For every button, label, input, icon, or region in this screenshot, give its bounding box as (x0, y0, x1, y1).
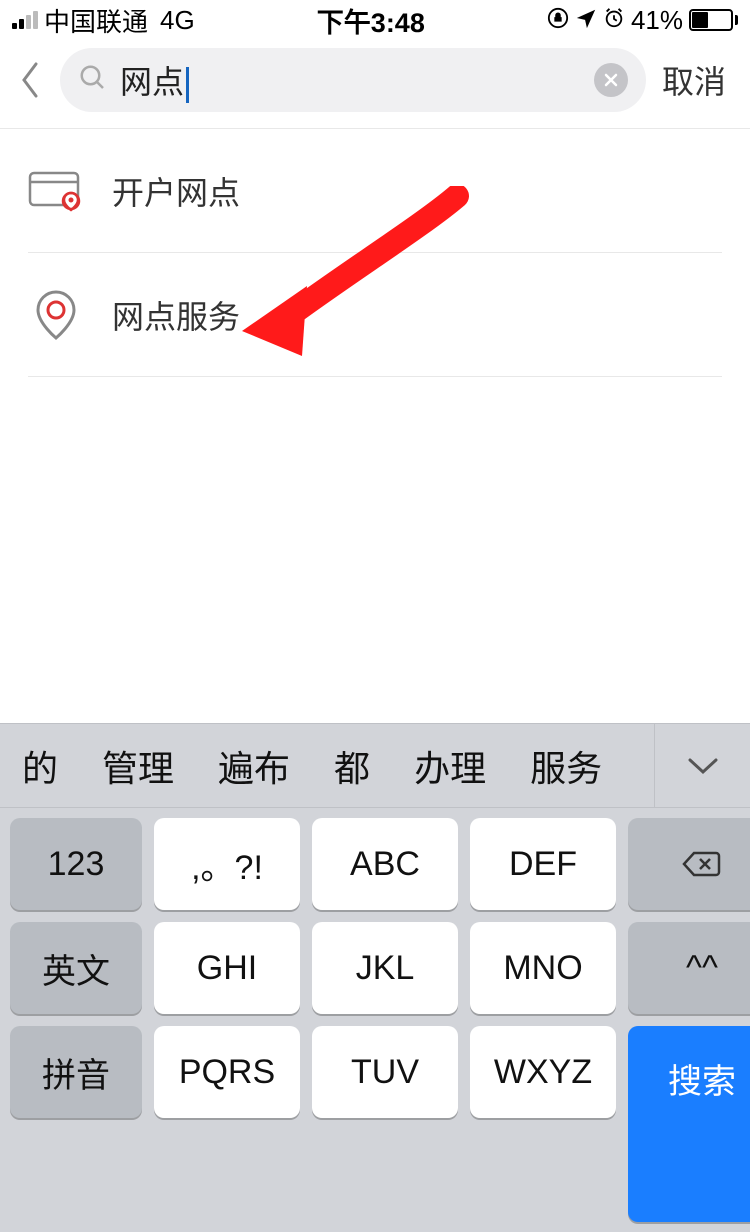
carrier-label: 中国联通 (44, 2, 148, 39)
suggestion[interactable]: 管理 (80, 724, 196, 807)
battery-icon (689, 9, 738, 31)
result-item-open-account-branch[interactable]: 开户网点 (28, 129, 722, 253)
key-mno[interactable]: MNO (470, 922, 616, 1014)
result-item-branch-service[interactable]: 网点服务 (28, 253, 722, 377)
keyboard-grid: 123 ,。?! ABC DEF 英文 GHI JKL MNO ^^ 拼音 PQ… (0, 808, 750, 1232)
suggestion[interactable]: 遍布 (196, 724, 312, 807)
search-results: 开户网点 网点服务 (0, 129, 750, 377)
search-icon (78, 63, 108, 98)
suggestion[interactable]: 服务 (508, 724, 624, 807)
result-item-label: 网点服务 (112, 292, 240, 338)
status-right: 41% (547, 5, 738, 36)
collapse-suggestions-button[interactable] (654, 724, 750, 807)
key-def[interactable]: DEF (470, 818, 616, 910)
status-time: 下午3:48 (317, 1, 425, 40)
result-item-label: 开户网点 (112, 168, 240, 214)
suggestion[interactable]: 的 (0, 724, 80, 807)
location-arrow-icon (575, 5, 597, 36)
key-pqrs[interactable]: PQRS (154, 1026, 300, 1118)
search-input[interactable]: 网点 (120, 57, 582, 103)
keyboard-suggestions: 的 管理 遍布 都 办理 服务 (0, 724, 750, 808)
key-face[interactable]: ^^ (628, 922, 750, 1014)
status-left: 中国联通 4G (12, 2, 195, 39)
battery-pct: 41% (631, 5, 683, 36)
suggestion[interactable]: 都 (312, 724, 392, 807)
search-field[interactable]: 网点 (60, 48, 646, 112)
backspace-icon (682, 849, 722, 879)
key-pinyin[interactable]: 拼音 (10, 1026, 142, 1118)
search-input-value: 网点 (120, 64, 184, 100)
key-abc[interactable]: ABC (312, 818, 458, 910)
location-pin-icon (28, 293, 84, 337)
text-cursor (186, 67, 189, 103)
key-english[interactable]: 英文 (10, 922, 142, 1014)
search-header: 网点 取消 (0, 40, 750, 129)
cancel-button[interactable]: 取消 (654, 57, 734, 103)
key-search[interactable]: 搜索 (628, 1026, 750, 1222)
key-ghi[interactable]: GHI (154, 922, 300, 1014)
network-label: 4G (160, 5, 195, 36)
alarm-icon (603, 5, 625, 36)
lock-rotation-icon (547, 5, 569, 36)
clear-search-button[interactable] (594, 63, 628, 97)
key-wxyz[interactable]: WXYZ (470, 1026, 616, 1118)
signal-icon (12, 11, 38, 29)
key-tuv[interactable]: TUV (312, 1026, 458, 1118)
status-bar: 中国联通 4G 下午3:48 41% (0, 0, 750, 40)
card-location-icon (28, 169, 84, 213)
key-punctuation[interactable]: ,。?! (154, 818, 300, 910)
keyboard: 的 管理 遍布 都 办理 服务 123 ,。?! ABC DEF 英文 GHI … (0, 723, 750, 1232)
key-backspace[interactable] (628, 818, 750, 910)
back-button[interactable] (8, 58, 52, 102)
key-jkl[interactable]: JKL (312, 922, 458, 1014)
key-123[interactable]: 123 (10, 818, 142, 910)
suggestion[interactable]: 办理 (392, 724, 508, 807)
